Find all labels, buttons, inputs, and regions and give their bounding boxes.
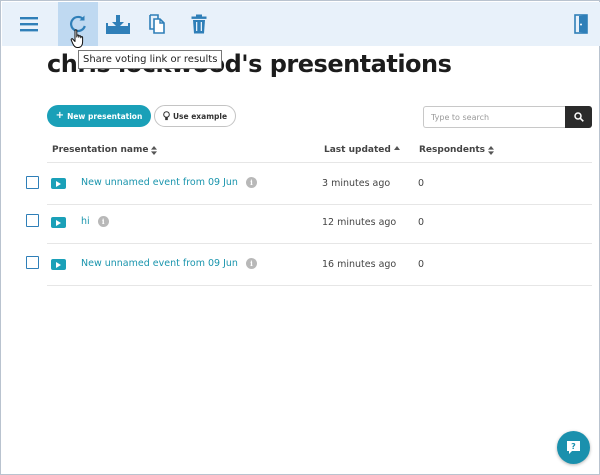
- play-icon[interactable]: [51, 217, 66, 228]
- help-chat-button[interactable]: ?: [557, 431, 590, 464]
- sort-icon: [488, 145, 495, 155]
- share-tooltip: Share voting link or results: [78, 50, 223, 69]
- respondents-count: 0: [418, 259, 425, 270]
- app-window: chris lockwood's presentations Share vot…: [0, 0, 600, 475]
- column-header-respondents-label: Respondents: [419, 145, 486, 155]
- download-button[interactable]: [102, 2, 134, 46]
- presentation-name-label: New unnamed event from 09 Jun: [81, 258, 238, 269]
- trash-icon: [191, 14, 207, 34]
- table-row[interactable]: hi i 12 minutes ago 0: [1, 202, 600, 243]
- row-checkbox[interactable]: [26, 256, 39, 269]
- play-icon[interactable]: [51, 259, 66, 270]
- help-chat-icon: ?: [567, 441, 580, 454]
- download-icon: [106, 15, 130, 34]
- svg-text:?: ?: [571, 442, 576, 451]
- column-header-respondents[interactable]: Respondents: [419, 145, 495, 155]
- row-checkbox[interactable]: [26, 214, 39, 227]
- last-updated: 12 minutes ago: [322, 217, 397, 228]
- copy-icon: [149, 14, 165, 34]
- column-header-updated-label: Last updated: [324, 145, 391, 155]
- hand-pointer-cursor-icon: [70, 29, 84, 48]
- presentation-name[interactable]: New unnamed event from 09 Jun i: [81, 258, 257, 269]
- plus-icon: +: [55, 110, 65, 121]
- presentation-name[interactable]: hi i: [81, 216, 109, 227]
- info-icon[interactable]: i: [97, 216, 109, 227]
- presentation-name-label: hi: [81, 216, 90, 227]
- use-example-label: Use example: [172, 111, 228, 121]
- copy-button[interactable]: [143, 2, 171, 46]
- presentation-name-label: New unnamed event from 09 Jun: [81, 177, 238, 188]
- respondents-count: 0: [418, 217, 425, 228]
- presentation-name[interactable]: New unnamed event from 09 Jun i: [81, 177, 257, 188]
- sort-icon: [151, 145, 158, 155]
- play-icon[interactable]: [51, 178, 66, 189]
- sort-ascending-icon: [393, 145, 400, 150]
- info-icon[interactable]: i: [245, 258, 257, 269]
- use-example-button[interactable]: Use example: [154, 105, 236, 127]
- search-input[interactable]: [423, 106, 565, 128]
- search-button[interactable]: [565, 106, 592, 128]
- delete-button[interactable]: [185, 2, 213, 46]
- last-updated: 16 minutes ago: [322, 259, 397, 270]
- row-checkbox[interactable]: [26, 176, 39, 189]
- table-row[interactable]: New unnamed event from 09 Jun i 16 minute…: [1, 244, 600, 285]
- column-header-name[interactable]: Presentation name: [52, 145, 158, 155]
- respondents-count: 0: [418, 178, 425, 189]
- row-divider: [47, 285, 592, 286]
- last-updated: 3 minutes ago: [322, 178, 391, 189]
- table-row[interactable]: New unnamed event from 09 Jun i 3 minutes…: [1, 163, 600, 204]
- toolbar: [2, 2, 600, 46]
- exit-door-icon: [574, 14, 588, 34]
- new-presentation-label: New presentation: [67, 111, 143, 121]
- search-icon: [573, 112, 584, 122]
- lightbulb-icon: [163, 111, 170, 121]
- column-header-updated[interactable]: Last updated: [324, 145, 400, 155]
- info-icon[interactable]: i: [245, 177, 257, 188]
- hamburger-menu-button[interactable]: [12, 2, 46, 46]
- hamburger-menu-icon: [20, 17, 38, 32]
- exit-button[interactable]: [569, 2, 593, 46]
- new-presentation-button[interactable]: + New presentation: [47, 105, 151, 127]
- column-header-name-label: Presentation name: [52, 145, 149, 155]
